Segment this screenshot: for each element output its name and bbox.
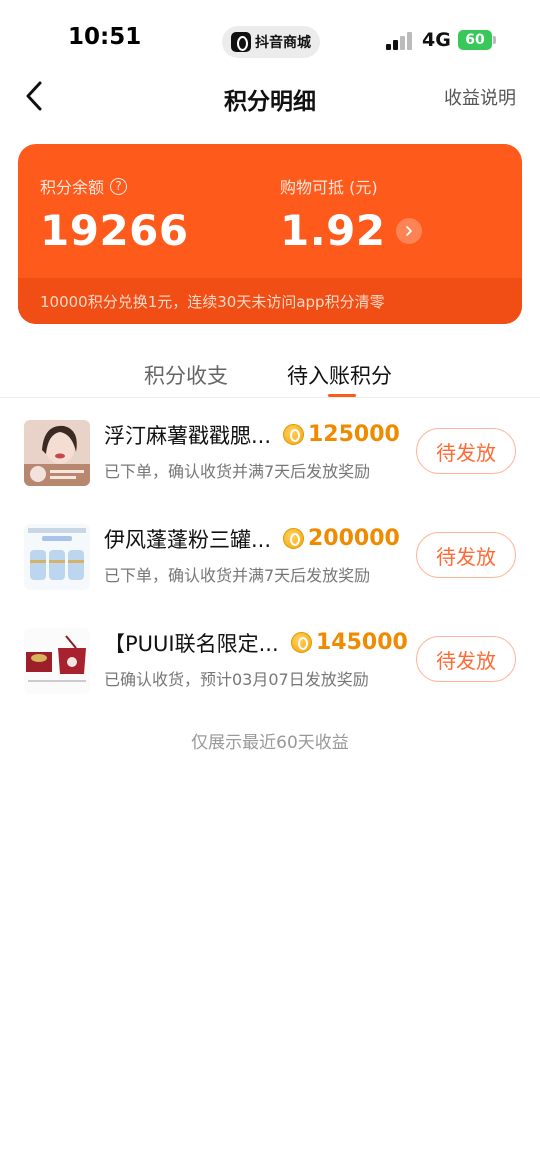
app-origin-pill[interactable]: 抖音商城 — [222, 26, 320, 58]
app-origin-label: 抖音商城 — [255, 35, 311, 51]
earnings-explanation-link[interactable]: 收益说明 — [444, 84, 516, 110]
status-time: 10:51 — [68, 24, 142, 50]
divider — [0, 397, 540, 398]
product-title: 伊风蓬蓬粉三罐... — [104, 528, 272, 552]
points-amount: 200000 — [283, 526, 400, 551]
douyin-coin-icon — [283, 424, 304, 445]
list-item[interactable]: 【PUUI联名限定... 145000 已确认收货，预计03月07日发放奖励 待… — [0, 620, 540, 724]
tab-bar: 积分收支 待入账积分 — [0, 352, 540, 398]
pending-release-button[interactable]: 待发放 — [416, 428, 516, 474]
pending-release-button[interactable]: 待发放 — [416, 532, 516, 578]
history-range-note: 仅展示最近60天收益 — [191, 733, 349, 753]
deduct-section[interactable]: 购物可抵 (元) 1.92 — [280, 174, 422, 255]
points-amount: 145000 — [291, 630, 408, 655]
balance-section: 积分余额 ? 19266 — [40, 174, 189, 255]
battery-icon: 60 — [458, 30, 496, 50]
battery-level: 60 — [465, 32, 485, 48]
status-bar: 10:51 抖音商城 4G 60 — [0, 0, 540, 80]
product-title: 【PUUI联名限定... — [104, 632, 279, 656]
douyin-coin-icon — [283, 528, 304, 549]
signal-icon — [386, 30, 414, 50]
deduct-label: 购物可抵 (元) — [280, 178, 378, 197]
network-type: 4G — [422, 29, 451, 51]
points-value: 125000 — [308, 422, 400, 447]
chevron-right-icon[interactable] — [395, 217, 422, 244]
balance-label: 积分余额 — [40, 178, 105, 197]
reward-status-text: 已下单，确认收货并满7天后发放奖励 — [104, 566, 371, 585]
tab-pending-points[interactable]: 待入账积分 — [287, 360, 392, 390]
product-thumbnail — [24, 628, 90, 694]
product-thumbnail — [24, 420, 90, 486]
pending-points-list: 浮汀麻薯戳戳腮... 125000 已下单，确认收货并满7天后发放奖励 待发放 … — [0, 412, 540, 724]
douyin-coin-icon — [291, 632, 312, 653]
list-item[interactable]: 伊风蓬蓬粉三罐... 200000 已下单，确认收货并满7天后发放奖励 待发放 — [0, 516, 540, 620]
points-amount: 125000 — [283, 422, 400, 447]
points-balance-card: 积分余额 ? 19266 购物可抵 (元) 1.92 10000积分兑换1元，连… — [18, 144, 522, 324]
tab-points-history[interactable]: 积分收支 — [144, 360, 228, 390]
reward-status-text: 已确认收货，预计03月07日发放奖励 — [104, 670, 369, 689]
pending-release-button[interactable]: 待发放 — [416, 636, 516, 682]
points-value: 145000 — [316, 630, 408, 655]
douyin-logo-icon — [231, 32, 251, 52]
nav-bar: 积分明细 收益说明 — [0, 70, 540, 124]
help-icon[interactable]: ? — [110, 177, 128, 195]
product-title: 浮汀麻薯戳戳腮... — [104, 424, 272, 448]
deduct-value: 1.92 — [280, 206, 386, 255]
points-value: 200000 — [308, 526, 400, 551]
reward-status-text: 已下单，确认收货并满7天后发放奖励 — [104, 462, 371, 481]
balance-value: 19266 — [40, 206, 189, 255]
list-item[interactable]: 浮汀麻薯戳戳腮... 125000 已下单，确认收货并满7天后发放奖励 待发放 — [0, 412, 540, 516]
exchange-rule-note: 10000积分兑换1元，连续30天未访问app积分清零 — [18, 278, 522, 324]
product-thumbnail — [24, 524, 90, 590]
